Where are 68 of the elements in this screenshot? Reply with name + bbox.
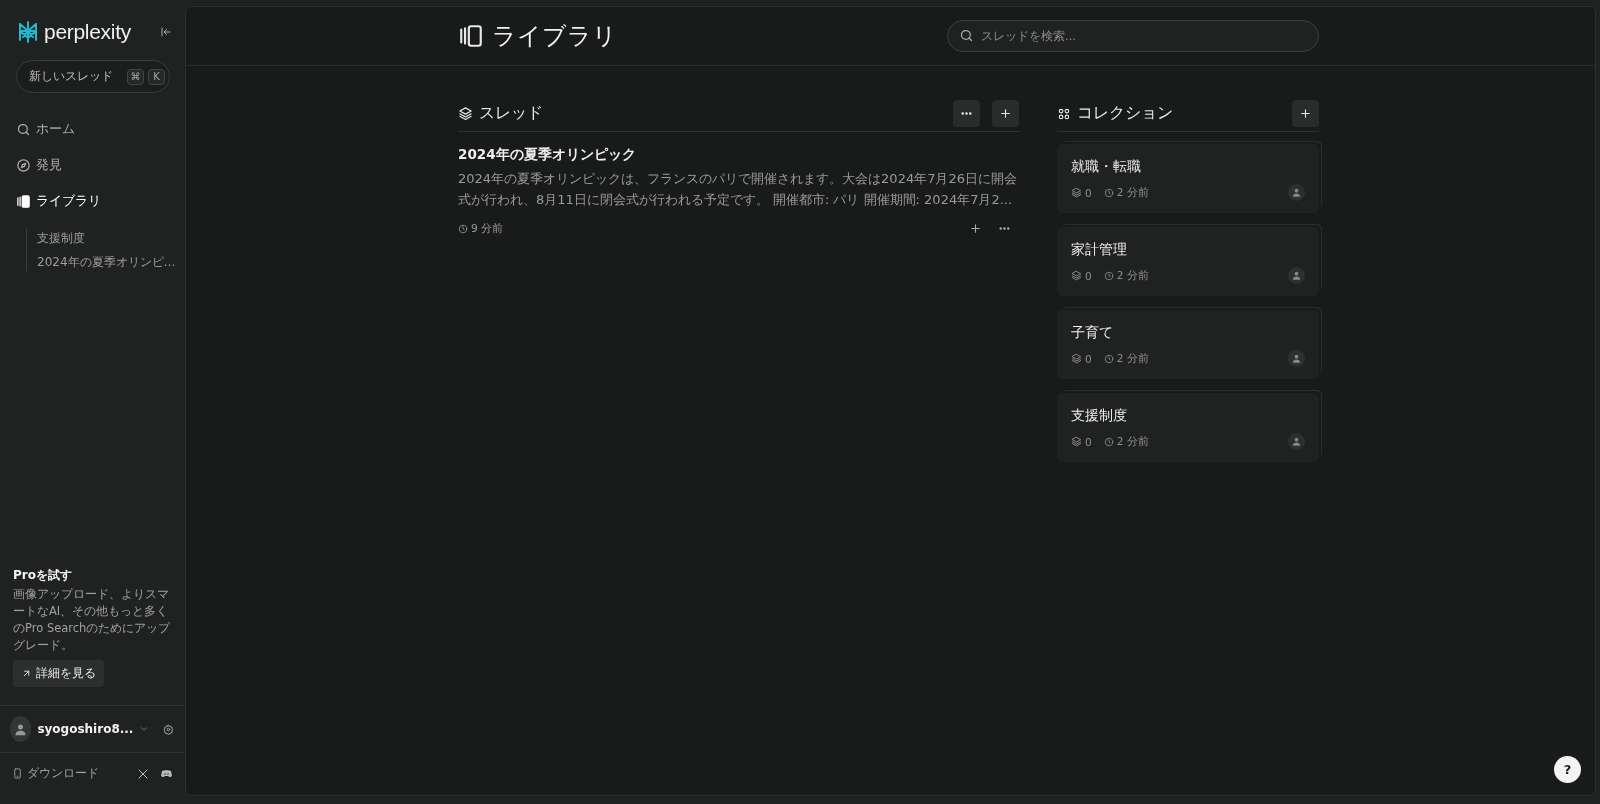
section-title: スレッド	[479, 103, 544, 124]
collection-time: 2 分前	[1116, 268, 1149, 283]
collection-time: 2 分前	[1116, 185, 1149, 200]
new-thread-button[interactable]: 新しいスレッド ⌘ K	[16, 60, 170, 93]
logo-text: perplexity	[44, 20, 131, 44]
thread-time: 9 分前	[471, 221, 504, 236]
nav-item[interactable]: ライブラリ	[0, 185, 184, 217]
search-icon	[16, 121, 31, 137]
collection-card[interactable]: 就職・転職 0 2 分前	[1057, 144, 1319, 213]
add-button[interactable]	[992, 100, 1019, 127]
collapse-sidebar-icon[interactable]	[160, 26, 172, 38]
layers-icon	[1071, 353, 1082, 364]
compass-icon	[16, 157, 31, 173]
page-title: ライブラリ	[492, 21, 617, 52]
thread-snippet: 2024年の夏季オリンピックは、フランスのパリで開催されます。大会は2024年7月26日に開会式が行われ、8月11日に閉会式が行われる予定です。 開催都市: パリ 開催期間: 2024年7月2...	[458, 170, 1018, 209]
collection-card[interactable]: 支援制度 0 2 分前	[1057, 393, 1319, 462]
plus-icon	[969, 222, 982, 235]
collection-card[interactable]: 子育て 0 2 分前	[1057, 310, 1319, 379]
shortcut-key: K	[148, 68, 165, 85]
plus-icon	[999, 107, 1012, 120]
section-title: コレクション	[1077, 103, 1174, 124]
logo-icon	[16, 19, 40, 45]
clock-icon	[458, 223, 468, 234]
collection-title: 支援制度	[1071, 407, 1128, 425]
layers-icon	[458, 106, 473, 121]
avatar[interactable]	[10, 716, 32, 742]
settings-icon[interactable]	[163, 722, 174, 736]
more-button[interactable]	[953, 100, 980, 127]
layers-icon	[1071, 270, 1082, 281]
collection-time: 2 分前	[1116, 434, 1149, 449]
clock-icon	[1103, 436, 1114, 447]
help-button[interactable]: ?	[1554, 756, 1581, 783]
plus-icon	[1299, 107, 1312, 120]
download-link[interactable]: ダウンロード	[12, 765, 127, 782]
nav-item[interactable]: 発見	[0, 149, 184, 181]
phone-icon	[12, 767, 23, 780]
promo-title: Proを試す	[13, 567, 72, 584]
collection-card[interactable]: 家計管理 0 2 分前	[1057, 227, 1319, 296]
arrow-up-right-icon	[21, 668, 32, 679]
library-icon	[458, 23, 484, 49]
library-icon	[16, 193, 31, 209]
clock-icon	[1103, 270, 1114, 281]
search-field[interactable]: スレッドを検索...	[947, 20, 1319, 52]
clock-icon	[1103, 187, 1114, 198]
shortcut-key: ⌘	[127, 68, 144, 85]
collection-time: 2 分前	[1116, 351, 1149, 366]
collection-title: 就職・転職	[1071, 158, 1142, 176]
collection-title: 家計管理	[1071, 241, 1128, 259]
collection-title: 子育て	[1071, 324, 1114, 342]
library-thread-link[interactable]: 支援制度	[37, 229, 184, 247]
thread-count: 0	[1085, 435, 1092, 448]
thread-count: 0	[1085, 352, 1092, 365]
user-name: syogoshiro8...	[37, 722, 134, 736]
thread-count: 0	[1085, 186, 1092, 199]
thread-count: 0	[1085, 269, 1092, 282]
promo-text: 画像アップロード、よりスマートなAI、その他もっと多くのPro Searchのためにアップグレード。	[13, 586, 172, 654]
four-circles-icon	[1057, 106, 1071, 121]
nav-item[interactable]: ホーム	[0, 113, 184, 145]
learn-more-button[interactable]: 詳細を見る	[13, 660, 104, 687]
add-button[interactable]	[1292, 100, 1319, 127]
x-logo-icon[interactable]	[137, 767, 149, 780]
clock-icon	[1103, 353, 1114, 364]
thread-title[interactable]: 2024年の夏季オリンピック	[458, 146, 1019, 164]
game-controller-icon[interactable]	[159, 767, 174, 780]
library-thread-link[interactable]: 2024年の夏季オリンピ…	[37, 253, 184, 271]
search-icon	[959, 28, 974, 43]
layers-icon	[1071, 436, 1082, 447]
layers-icon	[1071, 187, 1082, 198]
